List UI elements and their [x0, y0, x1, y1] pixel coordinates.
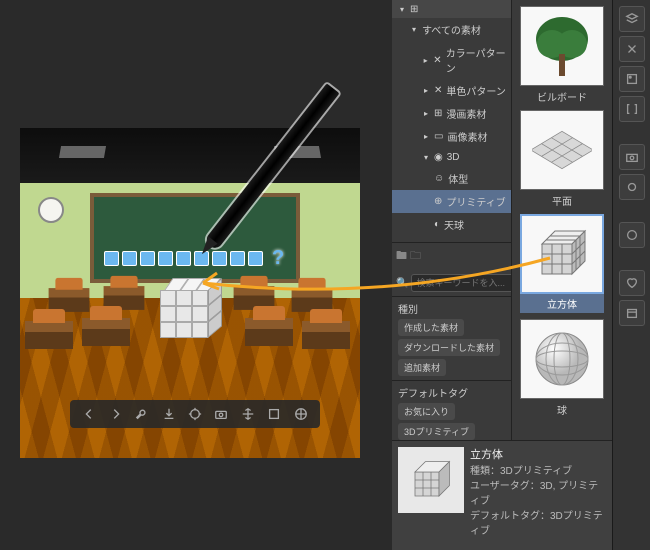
canvas-viewport[interactable]: ?: [20, 128, 360, 458]
search-input[interactable]: [411, 274, 512, 292]
dropped-cube-object[interactable]: [160, 278, 220, 338]
thumb-sphere[interactable]: [520, 319, 604, 399]
rail-bracket-icon[interactable]: [619, 96, 645, 122]
tree-item-3d[interactable]: ▾◉3D: [392, 148, 511, 167]
chip-favorite[interactable]: お気に入り: [398, 403, 455, 420]
toolbar-next-icon[interactable]: [108, 406, 124, 422]
hud-icon[interactable]: [104, 251, 119, 266]
rail-calendar-icon[interactable]: [619, 300, 645, 326]
tree-header[interactable]: ▾ ⊞: [392, 0, 511, 18]
hud-icon[interactable]: [230, 251, 245, 266]
tree-item-manga[interactable]: ▸⊞漫画素材: [392, 102, 511, 125]
detail-title: 立方体: [470, 447, 606, 464]
tree-item-mono-pattern[interactable]: ▸✕単色パターン: [392, 79, 511, 102]
chip-downloaded[interactable]: ダウンロードした素材: [398, 339, 500, 356]
rail-camera-icon[interactable]: [619, 144, 645, 170]
hud-icon[interactable]: [212, 251, 227, 266]
object-hud-controls[interactable]: ?: [104, 247, 284, 270]
toolbar-target-icon[interactable]: [187, 406, 203, 422]
thumb-sphere-label: 球: [520, 399, 604, 417]
thumb-cube[interactable]: [520, 214, 604, 294]
chip-created[interactable]: 作成した素材: [398, 319, 464, 336]
hud-icon[interactable]: [158, 251, 173, 266]
grid-icon: ⊞: [410, 4, 420, 14]
rail-heart-icon[interactable]: [619, 270, 645, 296]
tree-item-all[interactable]: ▾すべての素材: [392, 18, 511, 41]
detail-info: 立方体 種類：3Dプリミティブ ユーザータグ：3D, プリミティブ デフォルトタ…: [470, 447, 606, 544]
chip-3d-primitive[interactable]: 3Dプリミティブ: [398, 423, 475, 440]
tree-item-body[interactable]: ☺体型: [392, 167, 511, 190]
tree-item-sky[interactable]: ◐天球: [392, 213, 511, 236]
hud-help-icon[interactable]: ?: [272, 247, 284, 270]
rail-circle-icon[interactable]: [619, 222, 645, 248]
collapse-icon[interactable]: ▾: [398, 5, 406, 13]
toolbar-frame-icon[interactable]: [266, 406, 282, 422]
detail-panel: 立方体 種類：3Dプリミティブ ユーザータグ：3D, プリミティブ デフォルトタ…: [392, 440, 612, 550]
thumb-cube-label: 立方体: [520, 294, 604, 313]
hud-icon[interactable]: [140, 251, 155, 266]
chip-added[interactable]: 追加素材: [398, 359, 446, 376]
detail-thumbnail: [398, 447, 464, 513]
thumb-plane-label: 平面: [520, 190, 604, 208]
hud-icon[interactable]: [176, 251, 191, 266]
right-tool-rail: [612, 0, 650, 550]
hud-icon[interactable]: [194, 251, 209, 266]
hud-icon[interactable]: [248, 251, 263, 266]
thumb-billboard[interactable]: [520, 6, 604, 86]
search-icon: 🔍: [396, 278, 408, 289]
tag-icon[interactable]: 🗀: [410, 247, 421, 266]
folder-icon[interactable]: 🖿: [396, 247, 407, 266]
scene-clock: [38, 197, 64, 223]
rail-texture-icon[interactable]: [619, 66, 645, 92]
thumb-billboard-label: ビルボード: [520, 86, 604, 104]
viewport-toolbar: [70, 400, 320, 428]
filter-type-title: 種別: [398, 301, 505, 316]
toolbar-camera-icon[interactable]: [213, 406, 229, 422]
scene-ceiling: [20, 128, 360, 183]
rail-close-icon[interactable]: [619, 36, 645, 62]
tree-item-color-pattern[interactable]: ▸✕カラーパターン: [392, 41, 511, 79]
tree-item-primitive[interactable]: ⊕プリミティブ: [392, 190, 511, 213]
toolbar-grid-icon[interactable]: [293, 406, 309, 422]
material-panel: ▾ ⊞ ▾すべての素材 ▸✕カラーパターン ▸✕単色パターン ▸⊞漫画素材 ▸▭…: [392, 0, 612, 550]
toolbar-prev-icon[interactable]: [81, 406, 97, 422]
hud-icon[interactable]: [122, 251, 137, 266]
rail-layers-icon[interactable]: [619, 6, 645, 32]
filter-tag-title: デフォルトタグ: [398, 385, 505, 400]
tree-item-image[interactable]: ▸▭画像素材: [392, 125, 511, 148]
rail-record-icon[interactable]: [619, 174, 645, 200]
toolbar-move-icon[interactable]: [240, 406, 256, 422]
toolbar-wrench-icon[interactable]: [134, 406, 150, 422]
toolbar-download-icon[interactable]: [161, 406, 177, 422]
thumb-plane[interactable]: [520, 110, 604, 190]
